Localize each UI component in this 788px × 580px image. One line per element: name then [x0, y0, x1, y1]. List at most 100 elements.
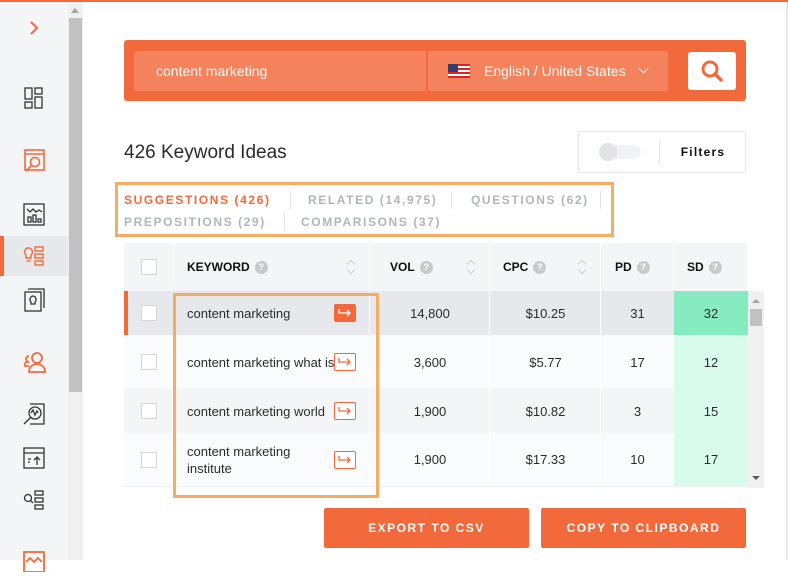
header-vol[interactable]: VOL ?	[370, 243, 490, 291]
vol-cell: 1,900	[370, 389, 490, 433]
sidebar-item-keyword-list[interactable]	[0, 480, 68, 520]
open-keyword-button[interactable]	[334, 353, 356, 371]
copy-clipboard-button[interactable]: COPY TO CLIPBOARD	[541, 508, 746, 548]
tab-prepositions[interactable]: PREPOSITIONS (29)	[124, 215, 266, 229]
sidebar-item-dashboard[interactable]	[0, 78, 68, 118]
help-icon[interactable]: ?	[419, 260, 433, 274]
header-keyword[interactable]: KEYWORD ?	[174, 243, 370, 291]
sidebar-item-image[interactable]	[0, 540, 68, 580]
row-checkbox[interactable]	[141, 451, 157, 468]
keywords-table: KEYWORD ? VOL ? CPC ? PD ? SD ? content …	[124, 243, 764, 488]
sidebar-item-site-audit[interactable]	[0, 140, 68, 180]
sidebar-item-rank-tracking[interactable]	[0, 394, 68, 434]
header-pd[interactable]: PD ?	[601, 243, 674, 291]
table-row[interactable]: content marketing institute 1,900 $17.33…	[124, 433, 748, 487]
sd-value: 32	[703, 305, 719, 321]
cpc-value: $10.82	[525, 403, 566, 419]
rank-tracking-icon	[23, 403, 45, 425]
sidebar-item-traffic[interactable]	[0, 194, 68, 234]
tab-suggestions[interactable]: SUGGESTIONS (426)	[124, 193, 271, 207]
keyword-cell: content marketing world	[174, 389, 370, 433]
select-all-checkbox[interactable]	[140, 259, 157, 275]
users-icon	[23, 352, 46, 373]
keyword-cell: content marketing	[174, 291, 370, 335]
scroll-up-arrow-icon[interactable]	[71, 8, 79, 13]
sidebar-item-content-ideas[interactable]	[0, 280, 68, 320]
open-keyword-button[interactable]	[334, 402, 356, 420]
help-icon[interactable]: ?	[708, 260, 722, 274]
vol-cell: 1,900	[370, 433, 490, 486]
divider	[290, 191, 291, 209]
cpc-value: $5.77	[529, 354, 562, 370]
header-sd[interactable]: SD ?	[674, 243, 748, 291]
arrow-right-icon	[338, 358, 351, 366]
filters-toggle[interactable]	[599, 143, 641, 161]
sd-value: 12	[703, 354, 719, 370]
keyword-link[interactable]: content marketing what is	[187, 354, 339, 371]
help-icon[interactable]: ?	[636, 260, 650, 274]
sidebar-expand-button[interactable]	[0, 8, 68, 48]
open-keyword-button[interactable]	[334, 304, 356, 322]
keyword-link[interactable]: content marketing institute	[187, 443, 307, 477]
sd-value: 15	[703, 403, 719, 419]
sidebar-item-backlinks[interactable]	[0, 438, 68, 478]
language-location-select[interactable]: English / United States	[428, 51, 668, 91]
row-checkbox[interactable]	[141, 305, 157, 321]
backlinks-icon	[23, 447, 45, 469]
scrollbar-thumb[interactable]	[750, 309, 762, 326]
header-cpc[interactable]: CPC ?	[490, 243, 601, 291]
header-cpc-label: CPC	[503, 260, 529, 274]
table-row[interactable]: content marketing what is 3,600 $5.77 17…	[124, 335, 748, 389]
scroll-down-arrow-icon[interactable]	[752, 476, 760, 480]
results-title: 426 Keyword Ideas	[124, 142, 287, 163]
divider	[451, 191, 452, 209]
keyword-link[interactable]: content marketing world	[187, 403, 339, 420]
search-button[interactable]	[688, 52, 736, 90]
help-icon[interactable]: ?	[254, 260, 268, 274]
export-csv-button[interactable]: EXPORT TO CSV	[324, 508, 529, 548]
vol-cell: 14,800	[370, 291, 490, 335]
table-scrollbar[interactable]	[748, 291, 764, 488]
table-row[interactable]: content marketing world 1,900 $10.82 3 1…	[124, 389, 748, 433]
sort-icon[interactable]	[347, 259, 355, 275]
row-checkbox[interactable]	[141, 354, 157, 370]
divider	[284, 213, 285, 231]
sidebar	[0, 2, 68, 572]
tab-related[interactable]: RELATED (14,975)	[308, 193, 437, 207]
language-label: English / United States	[484, 63, 626, 79]
cpc-cell: $10.25	[490, 291, 601, 335]
divider	[600, 191, 601, 209]
pd-cell: 31	[601, 291, 674, 335]
row-checkbox[interactable]	[141, 403, 157, 419]
open-keyword-button[interactable]	[334, 450, 356, 469]
help-icon[interactable]: ?	[533, 260, 547, 274]
top-accent-bar	[0, 0, 788, 2]
sidebar-item-keyword-ideas[interactable]	[0, 236, 68, 276]
filters-button[interactable]: Filters	[660, 132, 746, 172]
pd-value: 17	[630, 354, 645, 370]
keyword-link[interactable]: content marketing	[187, 305, 339, 322]
scroll-up-arrow-icon[interactable]	[752, 299, 760, 303]
table-header: KEYWORD ? VOL ? CPC ? PD ? SD ?	[124, 243, 748, 291]
table-row[interactable]: content marketing 14,800 $10.25 31 32	[124, 291, 748, 335]
header-sd-label: SD	[687, 260, 704, 274]
keyword-search-input[interactable]: content marketing	[134, 51, 426, 91]
header-pd-label: PD	[615, 260, 632, 274]
image-icon	[23, 551, 45, 572]
sort-icon[interactable]	[578, 259, 586, 275]
scrollbar-thumb[interactable]	[69, 18, 82, 392]
header-keyword-label: KEYWORD	[187, 260, 250, 274]
sidebar-item-users[interactable]	[0, 342, 68, 382]
vol-value: 3,600	[413, 354, 447, 370]
arrow-right-icon	[338, 455, 351, 463]
sort-icon[interactable]	[467, 259, 475, 275]
sidebar-scrollbar[interactable]	[68, 2, 83, 560]
filters-panel: Filters	[578, 131, 746, 173]
pd-cell: 17	[601, 335, 674, 389]
search-bar: content marketing English / United State…	[124, 40, 746, 101]
tab-comparisons[interactable]: COMPARISONS (37)	[301, 215, 441, 229]
tab-questions[interactable]: QUESTIONS (62)	[471, 193, 589, 207]
search-icon	[701, 60, 723, 82]
keyword-list-icon	[23, 490, 44, 510]
vol-value: 1,900	[413, 403, 447, 419]
